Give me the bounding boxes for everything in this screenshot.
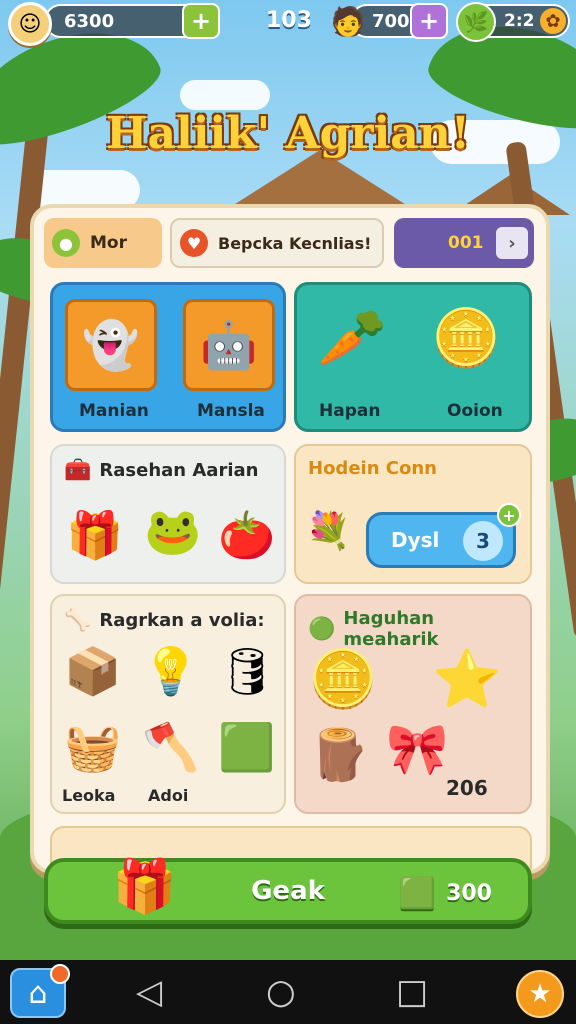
coins-counter: 6300 + [44, 3, 220, 39]
lightbulb-icon[interactable]: 💡 [142, 644, 199, 699]
add-coins-button[interactable]: + [182, 3, 220, 39]
log-icon[interactable]: 🪵 [308, 726, 370, 785]
box-icon[interactable]: 📦 [64, 644, 121, 699]
gold-coin-icon[interactable]: 🪙 [308, 646, 378, 712]
card-haguhan: 🟢 Haguhan meaharik 🪙 ⭐ 🪵 🎀 206 [294, 594, 532, 814]
gems-value: 700 [372, 10, 410, 32]
ring-icon: ● [52, 229, 80, 257]
character-icon: 🧑 [330, 4, 366, 38]
dysl-count: 3 [463, 521, 503, 561]
carrot-icon[interactable]: 🥕 [317, 305, 387, 371]
item-caption: Leoka [62, 786, 116, 805]
add-gems-button[interactable]: + [410, 3, 448, 39]
recents-icon[interactable]: □ [396, 972, 428, 1012]
main-panel: ● Mor ♥ Bepcka Kecnlias! 001 › 👻 🤖 Mania… [30, 204, 550, 874]
level-value: 103 [266, 8, 312, 33]
character-tile-mansla[interactable]: 🤖 [183, 299, 275, 391]
energy-value: 2:2 [504, 11, 535, 31]
star-button[interactable]: ★ [516, 970, 564, 1018]
card-rasehan: 🧰 Rasehan Aarian 🎁 🐸 🍅 [50, 444, 286, 584]
tile-caption: Manian [79, 401, 149, 421]
tab-label: Mor [90, 233, 127, 253]
top-hud: 6300 + ☺ 103 700 + 🧑 2:2 🌿 ✿ [0, 0, 576, 46]
game-title: Haliik' Agrian! [105, 108, 471, 159]
flowers-icon: 💐 [306, 511, 351, 552]
haguhan-value: 206 [446, 776, 488, 800]
action-cost: 🟩 300 [399, 876, 492, 911]
card-title: Rasehan Aarian [99, 460, 259, 481]
tile-caption: Hapan [319, 401, 381, 421]
dysl-label: Dysl [391, 528, 440, 552]
card-characters: 👻 🤖 Manian Mansla [50, 282, 286, 432]
star-icon[interactable]: ⭐ [432, 646, 502, 712]
gear-icon[interactable]: ✿ [540, 8, 566, 34]
tab-label: 001 [448, 233, 484, 253]
dysl-button[interactable]: Dysl 3 + [366, 503, 521, 568]
energy-icon: 🌿 [456, 2, 496, 42]
bone-icon: 🦴 [64, 608, 92, 633]
system-navbar: ⌂ ◁ ○ □ ★ [0, 960, 576, 1024]
cube-icon: 🟩 [398, 876, 437, 911]
tab-bepcka[interactable]: ♥ Bepcka Kecnlias! [170, 218, 384, 268]
tile-caption: Ooion [447, 401, 503, 421]
tab-bar: ● Mor ♥ Bepcka Kecnlias! 001 › [44, 218, 536, 268]
coin-icon[interactable]: 🪙 [431, 305, 501, 371]
green-box-icon[interactable]: 🟩 [218, 720, 275, 775]
tomato-icon[interactable]: 🍅 [218, 508, 275, 563]
gift-box-icon[interactable]: 🎁 [66, 508, 123, 563]
tab-label: Bepcka Kecnlias! [218, 233, 372, 253]
card-header: 🧰 Rasehan Aarian [64, 458, 258, 483]
axe-icon[interactable]: 🪓 [142, 720, 199, 775]
card-title: Ragrkan a volia: [99, 610, 265, 631]
back-icon[interactable]: ◁ [136, 972, 162, 1012]
chest-icon: 🧰 [64, 458, 92, 483]
chevron-right-icon[interactable]: › [496, 227, 528, 259]
crate-icon[interactable]: 🧺 [64, 720, 121, 775]
card-title: Haguhan meaharik [343, 608, 439, 650]
geak-button[interactable]: 🎁 Geak 🟩 300 [44, 857, 532, 924]
card-header: 🟢 Haguhan meaharik [308, 608, 530, 650]
tab-mor[interactable]: ● Mor [44, 218, 162, 268]
avatar-icon[interactable]: ☺ [8, 2, 52, 46]
card-ragrkan: 🦴 Ragrkan a volia: 📦 💡 🛢 🧺 🪓 🟩 Leoka Ado… [50, 594, 286, 814]
tab-counter[interactable]: 001 › [394, 218, 534, 268]
heart-icon: ♥ [180, 229, 208, 257]
coin-small-icon: 🟢 [308, 616, 336, 642]
tile-caption: Mansla [197, 401, 265, 421]
robot-icon: 🤖 [200, 317, 258, 372]
item-caption: Adoi [148, 786, 189, 805]
card-tools: 🥕 🪙 Hapan Ooion [294, 282, 532, 432]
creature-icon[interactable]: 🐸 [144, 504, 201, 559]
card-header: Hodein Conn [308, 458, 437, 479]
coins-value: 6300 [64, 10, 115, 32]
card-title: Hodein Conn [308, 458, 437, 479]
barrel-icon[interactable]: 🛢 [218, 644, 276, 699]
home-circle-icon[interactable]: ○ [266, 972, 296, 1012]
bucket-icon[interactable]: 🎀 [386, 720, 448, 779]
home-icon[interactable]: ⌂ [10, 964, 70, 1018]
ghost-icon: 👻 [82, 317, 140, 372]
card-header: 🦴 Ragrkan a volia: [64, 608, 265, 633]
notification-dot [50, 964, 70, 984]
cost-value: 300 [446, 881, 492, 906]
character-tile-manian[interactable]: 👻 [65, 299, 157, 391]
plus-icon[interactable]: + [497, 503, 521, 527]
card-hodein: Hodein Conn 💐 Dysl 3 + [294, 444, 532, 584]
